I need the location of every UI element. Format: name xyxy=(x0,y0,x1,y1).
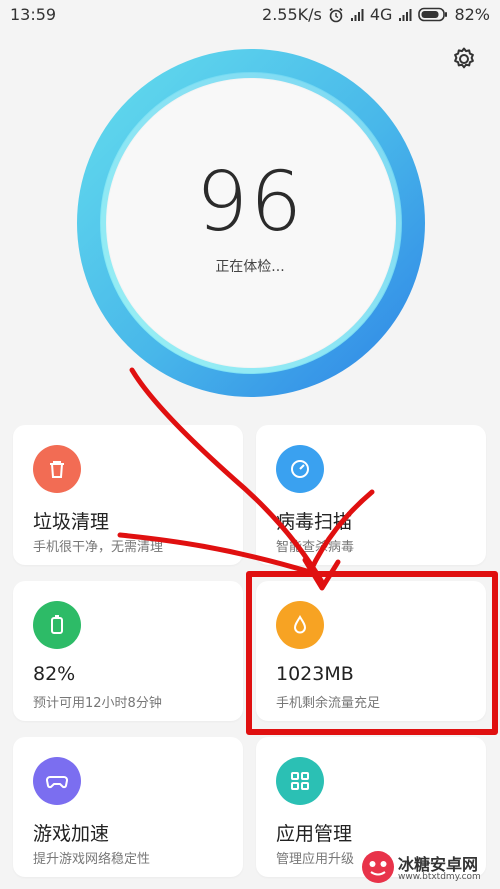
card-title: 病毒扫描 xyxy=(276,511,353,533)
card-data-usage[interactable]: 1023MB 手机剩余流量充足 xyxy=(256,581,486,721)
card-subtitle: 手机很干净，无需清理 xyxy=(33,540,164,555)
battery-icon xyxy=(33,601,81,649)
card-junk-cleanup[interactable]: 垃圾清理 手机很干净，无需清理 xyxy=(13,425,243,565)
scan-status-text: 正在体检... xyxy=(215,259,285,275)
status-bar: 13:59 2.55K/s 4G 82% xyxy=(0,0,500,30)
health-score: 96 xyxy=(195,155,305,250)
trash-icon xyxy=(33,445,81,493)
alarm-icon xyxy=(328,7,344,23)
card-game-boost[interactable]: 游戏加速 提升游戏网络稳定性 xyxy=(13,737,243,877)
card-title: 82% xyxy=(33,663,76,685)
drop-icon xyxy=(276,601,324,649)
card-subtitle: 提升游戏网络稳定性 xyxy=(33,852,151,867)
watermark-icon xyxy=(362,851,394,883)
card-virus-scan[interactable]: 病毒扫描 智能查杀病毒 xyxy=(256,425,486,565)
card-title: 应用管理 xyxy=(276,823,353,845)
battery-percent: 82% xyxy=(454,5,490,24)
status-right: 2.55K/s 4G 82% xyxy=(262,5,490,24)
gear-icon xyxy=(454,47,474,69)
signal-icon xyxy=(350,8,364,22)
signal-icon-2 xyxy=(398,8,412,22)
card-battery[interactable]: 82% 预计可用12小时8分钟 xyxy=(13,581,243,721)
gamepad-icon xyxy=(33,757,81,805)
apps-grid-icon xyxy=(276,757,324,805)
card-title: 游戏加速 xyxy=(33,823,110,845)
card-subtitle: 预计可用12小时8分钟 xyxy=(33,696,162,711)
card-title: 1023MB xyxy=(276,663,354,685)
status-time: 13:59 xyxy=(10,5,57,24)
card-subtitle: 手机剩余流量充足 xyxy=(276,696,381,711)
card-subtitle: 智能查杀病毒 xyxy=(276,540,355,555)
battery-status-icon xyxy=(418,7,448,22)
network-speed: 2.55K/s xyxy=(262,5,322,24)
watermark-logo: 冰糖安卓网 www.btxtdmy.com xyxy=(358,847,498,887)
speedometer-icon xyxy=(276,445,324,493)
settings-button[interactable] xyxy=(451,46,477,72)
card-subtitle: 管理应用升级 xyxy=(276,852,355,867)
card-title: 垃圾清理 xyxy=(33,511,110,533)
network-type: 4G xyxy=(369,5,393,24)
watermark-url: www.btxtdmy.com xyxy=(398,872,481,882)
